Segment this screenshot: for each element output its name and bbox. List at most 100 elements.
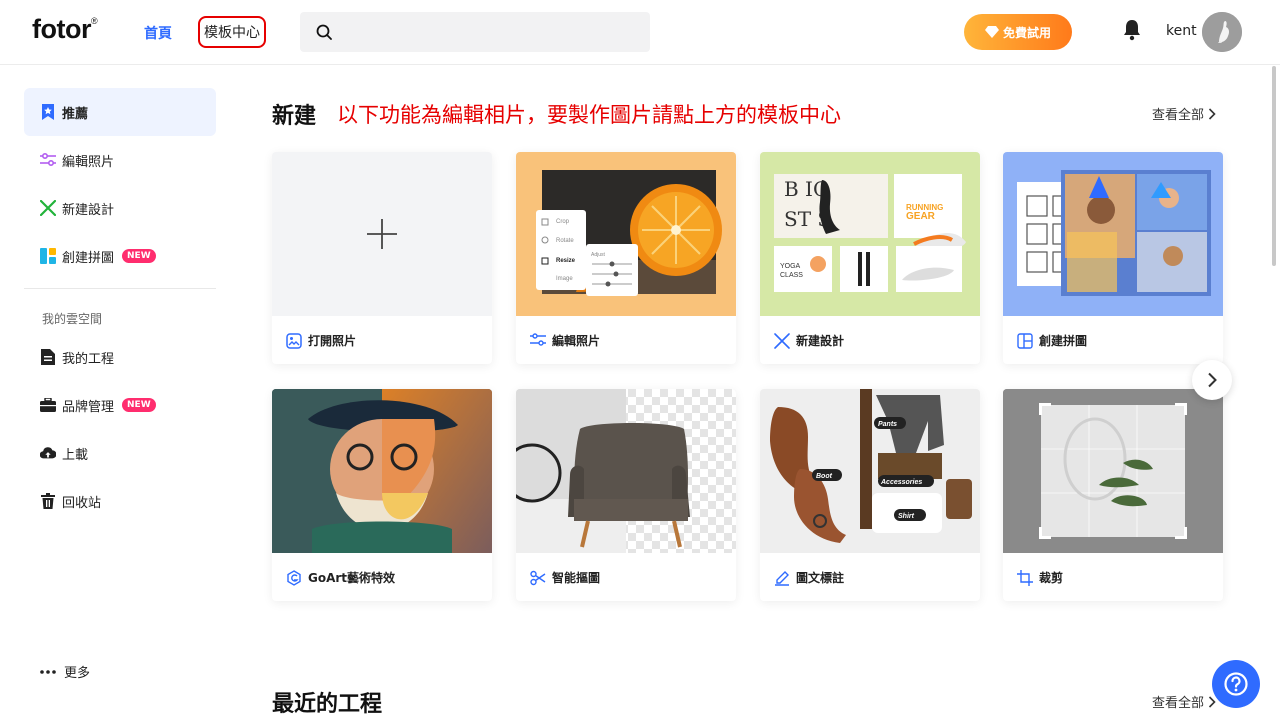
chevron-right-icon — [1208, 107, 1216, 120]
collage-icon — [40, 248, 56, 264]
card-label-text: 創建拼圖 — [1039, 334, 1088, 348]
chevron-right-icon — [1208, 695, 1216, 708]
thumb-text: Rotate — [556, 238, 574, 244]
sidebar-item-recommend[interactable]: 推薦 — [24, 88, 216, 136]
design-tools-icon — [40, 200, 56, 216]
sidebar-item-label: 上載 — [62, 447, 89, 463]
sidebar-item-brand[interactable]: 品牌管理 NEW — [24, 381, 216, 429]
thumb-text: Crop — [556, 219, 570, 225]
card-cutout[interactable]: 智能摳圖 — [516, 389, 736, 601]
card-label: 裁剪 — [1017, 569, 1063, 586]
sidebar-more-label: 更多 — [64, 666, 91, 681]
thumb-text: Resize — [556, 258, 576, 264]
diamond-icon — [984, 26, 999, 38]
sidebar-item-label: 回收站 — [62, 495, 102, 511]
page-scrollbar[interactable] — [1272, 66, 1276, 266]
briefcase-icon — [40, 397, 56, 413]
fotor-logo[interactable]: fotor® — [32, 14, 98, 45]
card-open-photo[interactable]: 打開照片 — [272, 152, 492, 364]
username[interactable]: kent — [1166, 23, 1197, 39]
nav-template-center[interactable]: 模板中心 — [198, 16, 266, 48]
card-label-text: 圖文標註 — [796, 571, 845, 585]
help-button[interactable] — [1212, 660, 1260, 708]
sidebar: 推薦 編輯照片 新建設計 創建拼圖 NEW 我的雲空間 我的工程 品牌管理 NE… — [0, 65, 240, 720]
sliders-icon — [530, 332, 546, 349]
card-label: 創建拼圖 — [1017, 332, 1087, 349]
card-edit-photo[interactable]: Crop Rotate Resize Image Adjust 編輯照片 — [516, 152, 736, 364]
card-collage[interactable]: 創建拼圖 — [1003, 152, 1223, 364]
card-text-annotation[interactable]: Pants Boot Accessories Shirt 圖文標註 — [760, 389, 980, 601]
section-title-new: 新建 — [272, 104, 317, 129]
sidebar-item-label: 品牌管理 — [62, 399, 115, 415]
card-label: 新建設計 — [774, 332, 844, 349]
card-label-text: 新建設計 — [796, 334, 845, 348]
carousel-next-button[interactable] — [1192, 360, 1232, 400]
recent-view-all-link[interactable]: 查看全部 — [1152, 692, 1216, 711]
sidebar-section-cloud: 我的雲空間 — [42, 312, 103, 326]
new-badge: NEW — [122, 398, 156, 412]
card-label: 智能摳圖 — [530, 569, 600, 586]
view-all-label: 查看全部 — [1152, 696, 1205, 711]
sidebar-item-label: 推薦 — [62, 106, 89, 122]
sidebar-more[interactable]: 更多 — [40, 662, 90, 681]
nav-home[interactable]: 首頁 — [144, 23, 172, 43]
card-label-text: GoArt藝術特效 — [308, 571, 396, 585]
card-label: 圖文標註 — [774, 569, 844, 586]
card-new-design[interactable]: B IC ST S RUNNING GEAR YOGA CLASS 新建設計 — [760, 152, 980, 364]
sidebar-item-label: 我的工程 — [62, 351, 115, 367]
thumb-text: Pants — [878, 421, 897, 428]
search-box[interactable] — [300, 12, 650, 52]
view-all-link[interactable]: 查看全部 — [1152, 104, 1216, 123]
sidebar-item-label: 創建拼圖 — [62, 250, 115, 266]
top-bar: fotor® 首頁 模板中心 免費試用 kent — [0, 0, 1280, 65]
card-thumb: Crop Rotate Resize Image Adjust — [516, 152, 736, 316]
sidebar-item-label: 新建設計 — [62, 202, 115, 218]
sidebar-item-edit-photo[interactable]: 編輯照片 — [24, 136, 216, 184]
sidebar-item-upload[interactable]: 上載 — [24, 429, 216, 477]
card-label-text: 編輯照片 — [552, 334, 601, 348]
more-dots-icon — [40, 669, 56, 674]
image-open-icon — [286, 332, 302, 349]
sidebar-item-new-design[interactable]: 新建設計 — [24, 184, 216, 232]
card-label-text: 智能摳圖 — [552, 571, 601, 585]
cloud-upload-icon — [40, 445, 56, 461]
sidebar-item-my-projects[interactable]: 我的工程 — [24, 333, 216, 381]
thumb-text: CLASS — [780, 272, 803, 279]
avatar[interactable] — [1202, 12, 1242, 52]
card-goart[interactable]: GoArt藝術特效 — [272, 389, 492, 601]
card-label: 打開照片 — [286, 332, 356, 349]
search-input[interactable] — [342, 24, 642, 40]
thumb-text: Accessories — [880, 479, 922, 486]
thumb-text: Shirt — [898, 513, 915, 520]
bell-icon[interactable] — [1121, 18, 1143, 42]
card-thumb — [1003, 389, 1223, 553]
card-thumb — [1003, 152, 1223, 316]
sidebar-divider — [24, 288, 216, 289]
thumb-text: Boot — [816, 473, 833, 480]
card-label: GoArt藝術特效 — [286, 569, 395, 586]
new-badge: NEW — [122, 249, 156, 263]
help-icon — [1224, 672, 1248, 696]
thumb-text: Image — [556, 276, 573, 282]
trash-icon — [40, 493, 56, 509]
red-annotation: 以下功能為編輯相片，要製作圖片請點上方的模板中心 — [337, 103, 841, 127]
collage-icon — [1017, 332, 1033, 349]
card-thumb: B IC ST S RUNNING GEAR YOGA CLASS — [760, 152, 980, 316]
sidebar-item-label: 編輯照片 — [62, 154, 115, 170]
card-crop[interactable]: 裁剪 — [1003, 389, 1223, 601]
crop-icon — [1017, 569, 1033, 586]
chevron-right-icon — [1208, 372, 1217, 388]
card-thumb: Pants Boot Accessories Shirt — [760, 389, 980, 553]
document-icon — [40, 349, 56, 365]
thumb-text: YOGA — [780, 263, 801, 270]
card-label: 編輯照片 — [530, 332, 600, 349]
free-trial-button[interactable]: 免費試用 — [964, 14, 1072, 50]
search-icon — [316, 24, 332, 40]
card-label-text: 打開照片 — [308, 334, 357, 348]
card-thumb — [516, 389, 736, 553]
sidebar-item-collage[interactable]: 創建拼圖 NEW — [24, 232, 216, 280]
sidebar-item-trash[interactable]: 回收站 — [24, 477, 216, 525]
card-label-text: 裁剪 — [1039, 571, 1064, 585]
design-tools-icon — [774, 332, 790, 349]
scissors-icon — [530, 570, 546, 586]
